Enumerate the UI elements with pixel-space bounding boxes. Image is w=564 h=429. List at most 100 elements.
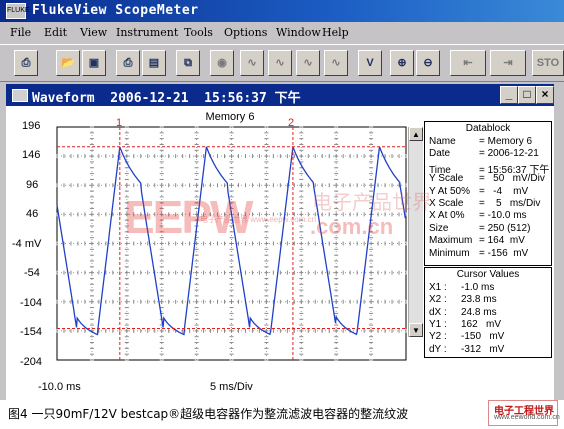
eeworld-logo-url: www.eeworld.com.cn <box>494 414 560 421</box>
datablock-panel: Datablock Name = Memory 6 Date = 2006-12-21… <box>424 121 552 266</box>
menu-instrument[interactable]: Instrument <box>116 26 178 39</box>
datablock-value: = 5 ms/Div <box>479 198 541 209</box>
waveform-window-icon <box>12 89 28 102</box>
x-start-label: -10.0 ms <box>38 381 81 393</box>
menu-file[interactable]: File <box>10 26 31 39</box>
y-label: 46 <box>26 208 39 220</box>
menu-bar: File Edit View Instrument Tools Options … <box>0 22 564 42</box>
cursor-value-key: Y2 : <box>429 331 447 343</box>
app-window: FLUKE FlukeView ScopeMeter File Edit Vie… <box>0 0 564 400</box>
connect-instrument-icon[interactable]: ⎙ <box>14 50 38 76</box>
datablock-row: Date = 2006-12-21 <box>429 148 539 159</box>
datablock-title: Datablock <box>465 123 511 134</box>
cursor-value-value: -150 mV <box>461 331 505 343</box>
cursor-value-value: -312 mV <box>461 343 505 355</box>
y-label: 96 <box>26 179 39 191</box>
cursor-value-key: Y1 : <box>429 318 447 330</box>
cursor-value-key: X1 : <box>429 282 447 293</box>
cursor-value-key: dX : <box>429 306 447 318</box>
datablock-value: = 250 (512) <box>479 222 531 234</box>
datablock-row: Minimum = -156 mV <box>429 248 528 259</box>
eepw-watermark-domain: .com.cn <box>310 214 394 239</box>
datablock-key: X Scale <box>429 198 464 209</box>
menu-help[interactable]: Help <box>322 26 349 39</box>
menu-options[interactable]: Options <box>224 26 267 39</box>
cursor-value-row: dX : 24.8 ms <box>429 307 497 318</box>
close-button[interactable]: × <box>536 86 554 104</box>
wave-b-icon[interactable]: ∿ <box>268 50 292 76</box>
datablock-value: = -4 mV <box>479 185 529 197</box>
datablock-value: = -10.0 ms <box>479 210 527 222</box>
zoom-out-icon[interactable]: ⊖ <box>416 50 440 76</box>
datablock-key: Date <box>429 148 451 160</box>
stop-button[interactable]: STO <box>532 50 564 76</box>
eepw-watermark-sub: 电子产品世界 www.eepw.com.cn <box>200 215 317 224</box>
save-icon[interactable]: ▣ <box>82 50 106 76</box>
datablock-key: Y At 50% <box>429 185 470 197</box>
y-label: 146 <box>22 149 41 161</box>
fluke-app-icon: FLUKE <box>6 3 30 19</box>
y-label: -154 <box>20 326 43 338</box>
datablock-row: Name = Memory 6 <box>429 136 532 147</box>
datablock-key: Minimum <box>429 247 470 259</box>
maximize-button[interactable]: □ <box>518 86 536 104</box>
y-label: -204 <box>20 356 43 368</box>
camera-icon[interactable]: ◉ <box>210 50 234 76</box>
datablock-key: X At 0% <box>429 210 465 222</box>
cursor-left-icon[interactable]: ⇤ <box>450 50 486 76</box>
cursor-value-row: X2 : 23.8 ms <box>429 294 497 305</box>
menu-view[interactable]: View <box>80 26 107 39</box>
cursor-value-key: X2 : <box>429 294 447 306</box>
y-label: 196 <box>22 120 41 132</box>
vertical-scrollbar[interactable]: ▲ ▼ <box>408 127 423 337</box>
open-folder-icon[interactable]: 📂 <box>56 50 80 76</box>
y-label: -4 mV <box>12 238 42 250</box>
cursor-value-value: 24.8 ms <box>461 306 497 318</box>
cursor-values-title: Cursor Values <box>456 269 520 280</box>
datablock-value: = Memory 6 <box>479 136 533 147</box>
scroll-up-icon[interactable]: ▲ <box>409 127 423 141</box>
print-icon[interactable]: ⎙ <box>116 50 140 76</box>
zoom-in-icon[interactable]: ⊕ <box>390 50 414 76</box>
wave-d-icon[interactable]: ∿ <box>324 50 348 76</box>
cursor-value-value: 162 mV <box>461 318 502 330</box>
datablock-value: = -156 mV <box>479 247 529 259</box>
datablock-row: Size = 250 (512) <box>429 223 530 234</box>
plot-title: Memory 6 <box>206 111 255 123</box>
cursor-1-label: 1 <box>116 117 122 129</box>
datablock-key: Y Scale <box>429 173 464 185</box>
menu-edit[interactable]: Edit <box>44 26 67 39</box>
vhz-meter-icon[interactable]: V <box>358 50 382 76</box>
app-titlebar: FLUKE FlukeView ScopeMeter <box>0 0 564 22</box>
eeworld-logo: 电子工程世界 www.eeworld.com.cn <box>488 398 560 426</box>
datablock-row: Y Scale = 50 mV/Div <box>429 173 545 184</box>
cursor-value-value: -1.0 ms <box>461 282 495 293</box>
cursor-value-row: Y1 : 162 mV <box>429 319 501 330</box>
cursor-value-value: 23.8 ms <box>461 294 497 306</box>
cursor-values-panel: Cursor Values X1 : -1.0 ms X2 :23.8 ms dX :… <box>424 267 552 358</box>
scroll-down-icon[interactable]: ▼ <box>409 323 423 337</box>
menu-tools[interactable]: Tools <box>184 26 213 39</box>
cursor-right-icon[interactable]: ⇥ <box>490 50 526 76</box>
menu-window[interactable]: Window <box>276 26 321 39</box>
wave-a-icon[interactable]: ∿ <box>240 50 264 76</box>
x-scale-label: 5 ms/Div <box>210 381 253 393</box>
cursor-value-row: dY : -312 mV <box>429 344 504 355</box>
datablock-row: X Scale = 5 ms/Div <box>429 198 540 209</box>
cursor-value-row: X1 : -1.0 ms <box>429 282 494 293</box>
datablock-row: Maximum = 164 mV <box>429 235 525 246</box>
eepw-watermark-cn: 电子产品世界 <box>312 190 432 214</box>
y-label: -104 <box>20 297 43 309</box>
datablock-key: Name <box>429 136 456 147</box>
y-label: -54 <box>24 267 40 279</box>
print-preview-icon[interactable]: ▤ <box>142 50 166 76</box>
waveform-window-titlebar: Waveform 2006-12-21 15:56:37 下午 _ □ × <box>6 84 554 106</box>
minimize-button[interactable]: _ <box>500 86 518 104</box>
copy-icon[interactable]: ⧉ <box>176 50 200 76</box>
wave-c-icon[interactable]: ∿ <box>296 50 320 76</box>
cursor-value-row: Y2 : -150 mV <box>429 331 504 342</box>
cursor-value-key: dY : <box>429 343 447 355</box>
figure-caption: 图4 一只90mF/12V bestcap®超级电容器作为整流滤波电容器的整流纹… <box>8 407 409 421</box>
datablock-value: = 50 mV/Div <box>479 173 545 185</box>
datablock-row: Y At 50% = -4 mV <box>429 186 528 197</box>
